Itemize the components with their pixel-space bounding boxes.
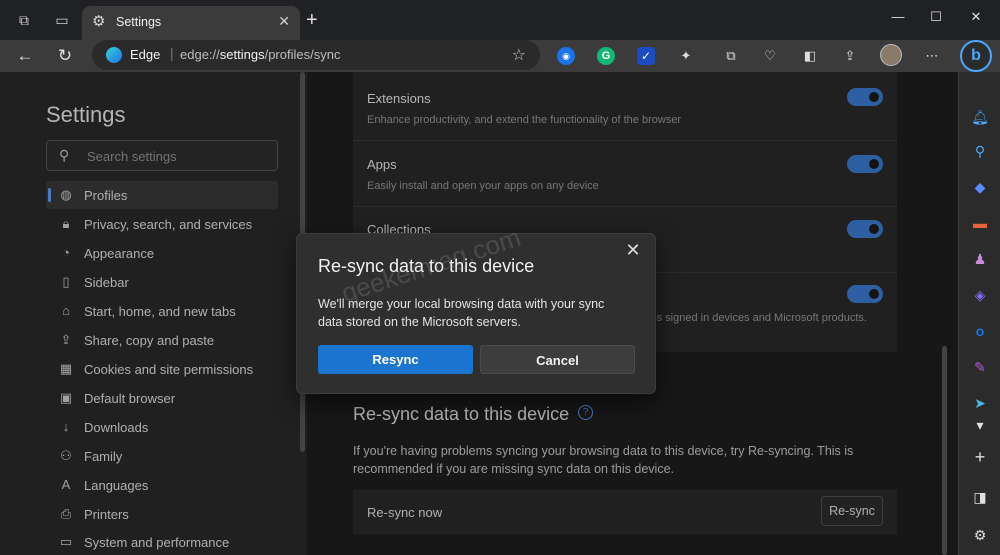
avatar[interactable] <box>880 44 902 66</box>
address-brand: Edge <box>130 47 161 62</box>
hide-sidebar-icon[interactable]: ◨ <box>967 484 993 510</box>
edge-sidebar: 🔔︎ ⚲ ◆ ▬ ♟ ◈ o ✎ ➤ ▾ + ◨ ⚙ <box>958 72 1000 555</box>
favorite-star-icon[interactable]: ☆ <box>512 45 526 65</box>
extensions-puzzle-icon[interactable]: ✦ <box>676 46 696 66</box>
new-tab-button[interactable]: + <box>306 10 318 30</box>
refresh-icon[interactable]: ↻ <box>54 45 76 67</box>
games-icon[interactable]: ♟ <box>967 246 993 272</box>
maximize-icon[interactable]: ☐ <box>926 9 946 25</box>
tab-actions-icon[interactable]: ▭ <box>52 10 72 30</box>
tab-title: Settings <box>116 15 162 29</box>
tag-icon[interactable]: ◆ <box>967 174 993 200</box>
outlook-icon[interactable]: o <box>967 318 993 344</box>
search-icon[interactable]: ⚲ <box>967 138 993 164</box>
toolbar: ← ↻ Edge | edge://settings/profiles/sync… <box>0 40 1000 72</box>
gear-icon: ⚙ <box>92 13 106 30</box>
cancel-button[interactable]: Cancel <box>480 345 635 374</box>
minimize-icon[interactable]: — <box>888 9 908 24</box>
dialog-title: Re-sync data to this device <box>318 256 535 276</box>
tab-settings[interactable]: ⚙ Settings ✕ <box>82 6 300 40</box>
more-menu-icon[interactable]: ⋯ <box>922 46 942 66</box>
title-bar: ⧉ ▭ ⚙ Settings ✕ + — ☐ ✕ <box>0 0 1000 40</box>
dialog-body: We'll merge your local browsing data wit… <box>318 297 605 329</box>
address-bar[interactable]: Edge | edge://settings/profiles/sync ☆ <box>92 40 540 70</box>
workspaces-icon[interactable]: ⧉ <box>14 10 34 30</box>
collections-icon[interactable]: ⧉ <box>721 46 741 66</box>
toolbox-icon[interactable]: ▬ <box>967 210 993 236</box>
close-icon[interactable]: ✕ <box>623 240 643 261</box>
share-icon[interactable]: ⇪ <box>840 46 860 66</box>
gear-icon[interactable]: ⚙ <box>967 522 993 548</box>
split-screen-icon[interactable]: ◧ <box>800 46 820 66</box>
designer-icon[interactable]: ✎ <box>967 354 993 380</box>
bell-icon[interactable]: 🔔︎ <box>967 104 993 130</box>
add-icon[interactable]: + <box>967 444 993 470</box>
address-separator: | <box>170 45 174 61</box>
resync-confirm-button[interactable]: Resync <box>318 345 473 374</box>
office-icon[interactable]: ◈ <box>967 282 993 308</box>
address-url: edge://settings/profiles/sync <box>180 47 341 62</box>
edge-logo-icon <box>106 47 122 63</box>
resync-dialog: Re-sync data to this device ✕ We'll merg… <box>296 233 656 394</box>
back-icon[interactable]: ← <box>14 45 36 67</box>
browser-essentials-icon[interactable]: ♡ <box>760 46 780 66</box>
chevron-down-icon[interactable]: ▾ <box>967 412 993 438</box>
grammarly-icon[interactable]: G <box>597 47 615 65</box>
extension-1-icon[interactable]: ◉ <box>557 47 575 65</box>
todo-check-icon[interactable]: ✓ <box>637 47 655 65</box>
close-tab-icon[interactable]: ✕ <box>278 13 290 30</box>
bing-copilot-icon[interactable]: b <box>960 40 992 72</box>
close-window-icon[interactable]: ✕ <box>966 9 986 25</box>
